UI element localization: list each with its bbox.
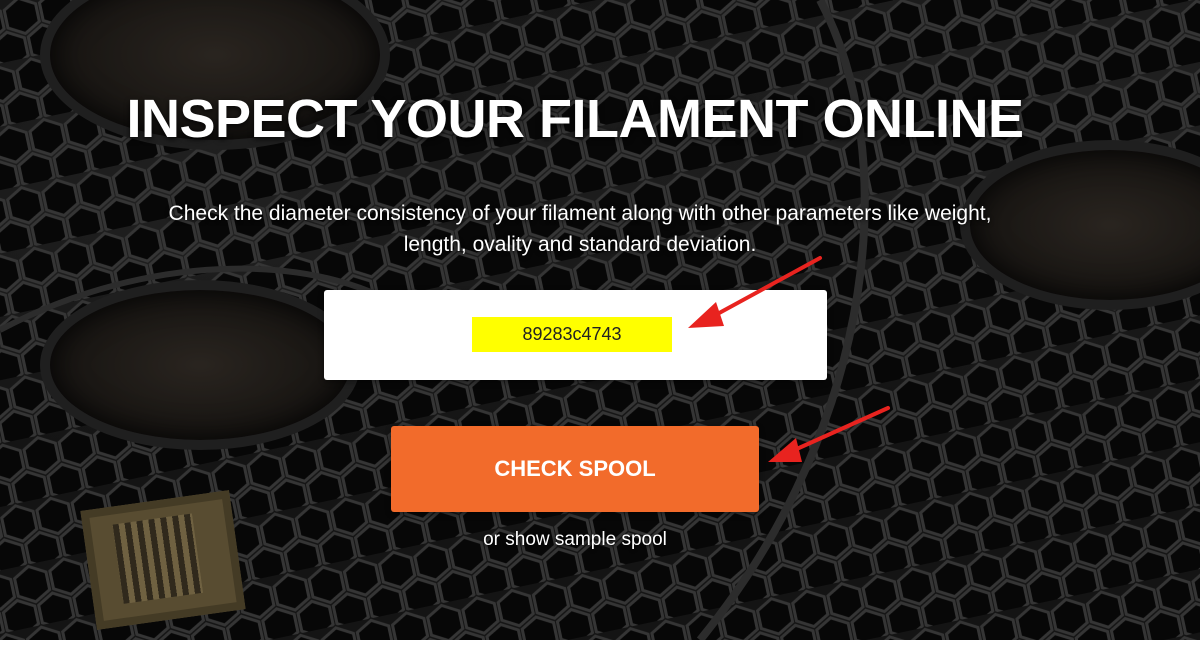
hero-section: INSPECT YOUR FILAMENT ONLINE Check the d… [0,0,1200,640]
page-title: INSPECT YOUR FILAMENT ONLINE [126,89,1024,149]
check-spool-button[interactable]: CHECK SPOOL [391,426,759,512]
subtitle-line-1: Check the diameter consistency of your f… [168,202,992,225]
sample-spool-link[interactable]: or show sample spool [400,529,750,551]
spool-code-box [324,290,827,380]
spool-code-input[interactable] [472,317,672,352]
subtitle-line-2: length, ovality and standard deviation. [403,233,757,256]
page-subtitle: Check the diameter consistency of your f… [80,198,1080,260]
